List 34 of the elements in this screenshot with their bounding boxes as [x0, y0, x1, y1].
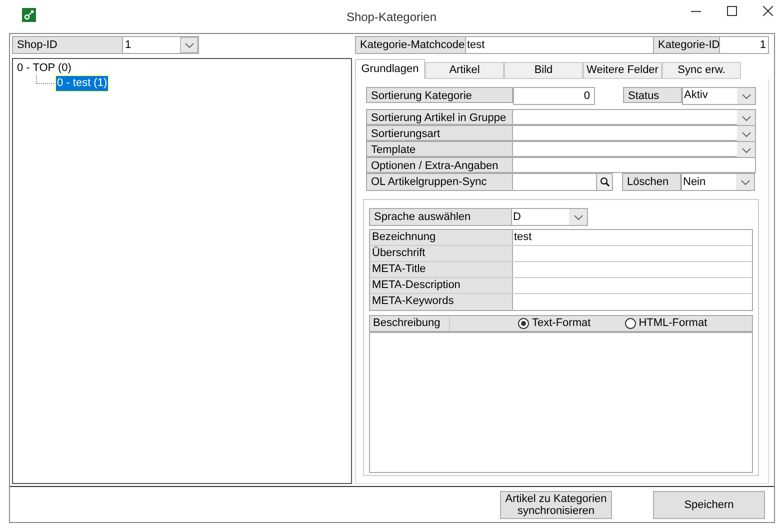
field-label: Überschrift [370, 246, 513, 261]
app-icon [22, 8, 36, 22]
field-label: Sortierung Kategorie [366, 87, 513, 103]
value-field[interactable]: test [513, 230, 752, 245]
field-label: Sprache auswählen [369, 208, 512, 226]
tree-item[interactable]: 0 - TOP (0) [16, 61, 72, 76]
tab[interactable]: Weitere Felder [583, 62, 662, 79]
maximize-icon[interactable] [727, 6, 737, 16]
field-label: Sortierungsart [366, 125, 513, 141]
action-button[interactable]: Speichern [653, 490, 765, 518]
field-label: OL Artikelgruppen-Sync [366, 173, 513, 191]
field-label: META-Title [370, 262, 513, 277]
sortierung-field[interactable]: 0 [513, 87, 595, 105]
field-label: META-Keywords [370, 294, 513, 310]
tab[interactable]: Artikel [425, 62, 504, 79]
tab[interactable]: Bild [504, 62, 583, 79]
format-radio[interactable]: HTML-Format [624, 316, 708, 331]
action-button[interactable]: Artikel zu Kategorien synchronisieren [500, 490, 612, 518]
tab[interactable]: Grundlagen [355, 59, 425, 79]
tree-item[interactable]: 0 - test (1) [56, 76, 108, 91]
field-label: Optionen / Extra-Angaben [366, 157, 513, 173]
format-radio[interactable]: Text-Format [518, 316, 591, 331]
section-label: Beschreibung [370, 316, 450, 331]
close-icon[interactable] [763, 6, 773, 16]
tab[interactable]: Sync erw. [662, 62, 741, 79]
tree-connector [36, 75, 54, 84]
window-title: Shop-Kategorien [346, 8, 437, 26]
field-label: Löschen [622, 173, 681, 191]
field-label: Sortierung Artikel in Gruppe [366, 109, 513, 125]
field-label: Template [366, 141, 513, 157]
field-label: META-Description [370, 278, 513, 293]
field-label: Bezeichnung [370, 230, 513, 245]
field-label: Status [623, 87, 682, 103]
description-field[interactable] [369, 332, 753, 473]
